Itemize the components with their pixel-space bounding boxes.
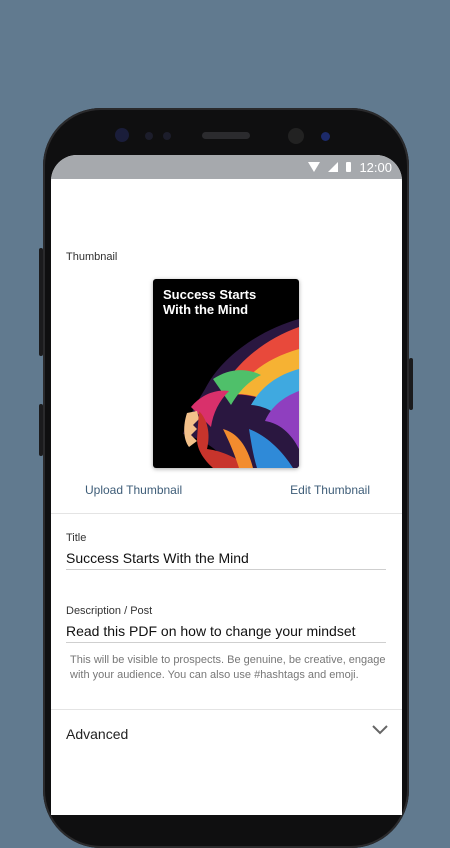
title-label: Title xyxy=(66,532,87,544)
description-input[interactable] xyxy=(66,620,386,643)
section-divider xyxy=(51,709,402,710)
upload-thumbnail-button[interactable]: Upload Thumbnail xyxy=(85,483,182,497)
thumbnail-image[interactable]: Success Starts With the Mind xyxy=(153,279,299,468)
proximity-sensor-icon xyxy=(145,132,153,140)
status-time: 12:00 xyxy=(359,159,392,175)
title-input[interactable] xyxy=(66,547,386,570)
battery-icon xyxy=(346,162,352,172)
thumbnail-label: Thumbnail xyxy=(66,251,118,263)
advanced-section-toggle[interactable]: Advanced xyxy=(51,711,402,757)
phone-side-button xyxy=(39,248,43,356)
iris-scanner-icon xyxy=(321,132,330,141)
phone-side-button xyxy=(39,404,43,456)
phone-side-button xyxy=(409,358,413,410)
description-helper-text: This will be visible to prospects. Be ge… xyxy=(70,654,386,681)
status-bar: 12:00 xyxy=(51,155,402,179)
description-label: Description / Post xyxy=(66,605,153,617)
advanced-label: Advanced xyxy=(66,726,129,742)
edit-thumbnail-button[interactable]: Edit Thumbnail xyxy=(290,483,370,497)
app-screen: 12:00 Thumbnail Success Starts With the … xyxy=(51,155,402,815)
section-divider xyxy=(51,513,402,514)
earpiece-speaker xyxy=(202,132,250,139)
front-camera-icon xyxy=(288,128,304,144)
signal-icon xyxy=(328,162,339,172)
chevron-down-icon xyxy=(372,725,388,735)
front-sensor-icon xyxy=(115,128,129,142)
thumbnail-actions: Upload Thumbnail Edit Thumbnail xyxy=(51,483,402,499)
light-sensor-icon xyxy=(163,132,171,140)
wifi-icon xyxy=(308,162,321,172)
cover-artwork xyxy=(183,319,299,468)
